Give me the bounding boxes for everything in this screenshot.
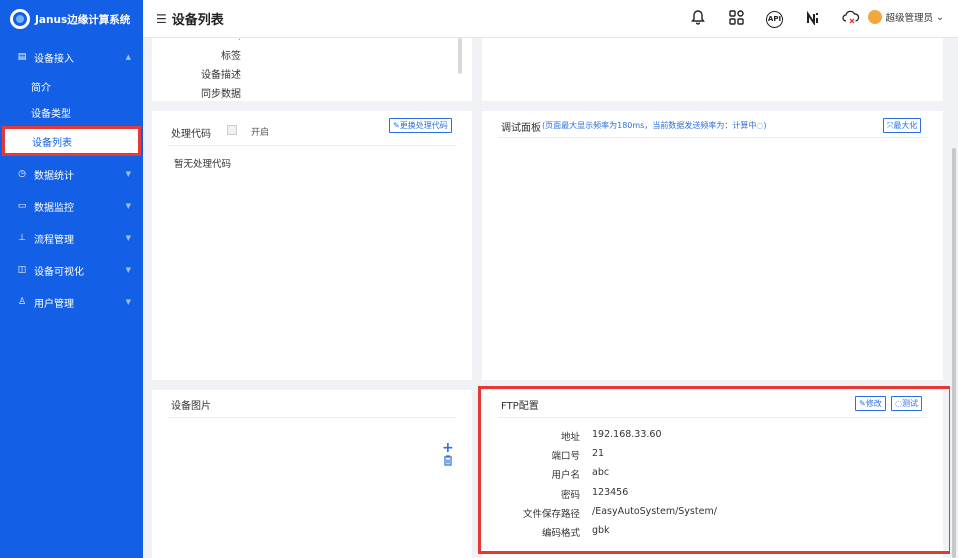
debug-panel-card: 调试面板 (页面最大显示频率为180ms，当前数据发送频率为：计算中◌) ⤧最大… (482, 111, 943, 380)
add-image-icon[interactable]: + (442, 440, 454, 456)
device-image-card: 设备图片 + (152, 390, 472, 558)
sidebar-item-device-type[interactable]: 设备类型 (0, 99, 143, 125)
sidebar-group-label: 用户管理 (34, 298, 74, 310)
maximize-button[interactable]: ⤧最大化 (883, 118, 922, 133)
page-scrollbar[interactable] (950, 38, 958, 558)
sidebar-group-visual[interactable]: ◫ 设备可视化 ▼ (0, 254, 143, 286)
chevron-down-icon: ⌄ (936, 11, 944, 23)
sidebar-item-device-list[interactable]: 设备列表 (2, 126, 141, 156)
divider (498, 137, 927, 138)
process-code-title: 处理代码 (171, 129, 211, 140)
process-code-card: 处理代码 开启 ✎更换处理代码 暂无处理代码 (152, 111, 472, 380)
chevron-up-icon: ▲ (125, 53, 131, 61)
avatar (867, 10, 882, 24)
sidebar-group-users[interactable]: ♙ 用户管理 ▼ (0, 286, 143, 318)
scrollbar[interactable] (458, 38, 462, 74)
toolbar-icons: API (679, 0, 870, 38)
field-label-sync: 同步数据 (201, 89, 241, 100)
user-icon: ♙ (17, 297, 27, 307)
top-bar: ☰ 设备列表 API 超级管理员 ⌄ (143, 0, 958, 38)
cloud-error-icon[interactable] (832, 10, 870, 29)
page-title: 设备列表 (171, 13, 224, 28)
sidebar-group-label: 数据统计 (34, 170, 74, 182)
flow-icon: ⊥ (18, 233, 26, 243)
clock-icon: ◷ (18, 169, 26, 179)
chevron-down-icon: ▼ (125, 170, 131, 178)
sidebar-item-label: 设备列表 (32, 137, 72, 149)
replace-code-label: 更换处理代码 (399, 121, 448, 130)
sidebar-group-data-stats[interactable]: ◷ 数据统计 ▼ (0, 158, 143, 190)
field-label-description: 设备描述 (201, 70, 241, 81)
signal-icon[interactable] (794, 10, 832, 29)
sidebar-item-label: 简介 (31, 82, 51, 94)
highlight-box (478, 386, 952, 554)
app-name: Janus边缘计算系统 (35, 13, 131, 26)
device-info-card: · 标签 设备描述 同步数据 (152, 35, 472, 101)
grid-icon[interactable] (717, 9, 755, 29)
bell-icon[interactable] (679, 9, 717, 29)
divider (168, 417, 456, 418)
device-image-title: 设备图片 (171, 401, 211, 412)
enable-label: 开启 (251, 128, 270, 138)
device-icon: ▤ (17, 52, 27, 62)
edit-icon: ✎ (393, 121, 400, 130)
page-scrollbar-thumb[interactable] (952, 148, 956, 558)
clipped-field: · (237, 35, 241, 41)
logo-icon (10, 9, 30, 29)
maximize-label: 最大化 (893, 121, 918, 130)
sidebar: Janus边缘计算系统 ▤ 设备接入 ▲ 简介 设备类型 设备列表 ◷ 数据统计… (0, 0, 143, 558)
sidebar-group-device-access[interactable]: ▤ 设备接入 ▲ (0, 41, 143, 73)
sidebar-group-flow[interactable]: ⊥ 流程管理 ▼ (0, 222, 143, 254)
chevron-down-icon: ▼ (125, 266, 131, 274)
replace-code-button[interactable]: ✎更换处理代码 (389, 118, 452, 133)
chevron-down-icon: ▼ (125, 202, 131, 210)
sidebar-group-label: 设备接入 (34, 53, 74, 65)
debug-panel-title: 调试面板 (501, 123, 541, 134)
monitor-icon: ▭ (17, 201, 27, 211)
empty-code-text: 暂无处理代码 (174, 159, 232, 170)
chevron-down-icon: ▼ (125, 298, 131, 306)
divider (168, 145, 456, 146)
api-icon[interactable]: API (766, 10, 783, 28)
sidebar-group-label: 设备可视化 (34, 266, 84, 278)
user-name: 超级管理员 (885, 13, 934, 24)
enable-checkbox[interactable] (227, 125, 237, 135)
sidebar-group-label: 流程管理 (34, 234, 74, 246)
debug-panel-note: (页面最大显示频率为180ms，当前数据发送频率为：计算中◌) (542, 121, 767, 130)
menu-toggle-icon[interactable]: ☰ (156, 12, 167, 26)
visual-icon: ◫ (17, 265, 27, 275)
field-label-tag: 标签 (221, 51, 241, 62)
device-info-right-card (482, 38, 943, 101)
sidebar-group-label: 数据监控 (34, 202, 74, 214)
user-menu[interactable]: 超级管理员 ⌄ (867, 10, 944, 24)
sidebar-item-intro[interactable]: 简介 (0, 73, 143, 99)
app-logo[interactable]: Janus边缘计算系统 (0, 0, 143, 38)
sidebar-item-label: 设备类型 (31, 108, 71, 120)
chevron-down-icon: ▼ (125, 234, 131, 242)
sidebar-group-data-monitor[interactable]: ▭ 数据监控 ▼ (0, 190, 143, 222)
trash-icon[interactable] (443, 455, 453, 469)
